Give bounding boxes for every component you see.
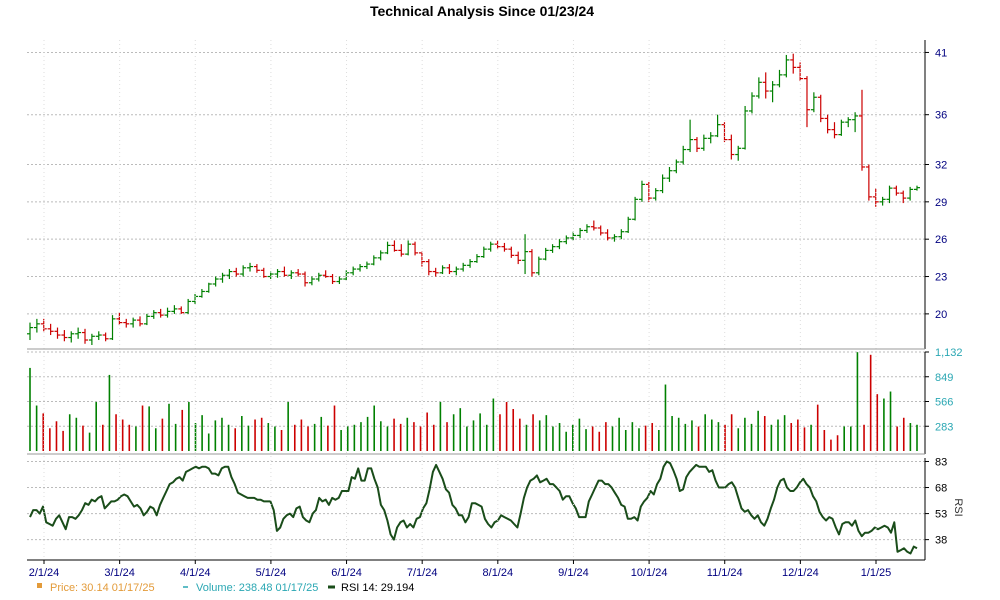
rsi-axis-label: RSI [952, 498, 964, 516]
chart-title: Technical Analysis Since 01/23/24 [370, 3, 594, 19]
rsi-panel: 38 53 68 83 RSI [27, 456, 964, 560]
x-axis: 2/1/24 3/1/24 4/1/24 5/1/24 6/1/24 7/1/24 8/1/… [27, 40, 925, 579]
rsi-axis-tick-label: 68 [935, 483, 947, 495]
price-axis-tick-label: 32 [935, 159, 947, 171]
volume-axis-tick-label: 1,132 [935, 347, 963, 359]
x-axis-tick-label: 2/1/24 [29, 567, 60, 579]
x-axis-tick-label: 9/1/24 [558, 567, 589, 579]
volume-legend-label: Volume: 238.48 01/17/25 [196, 582, 318, 594]
chart-legend: Price: 30.14 01/17/25 Volume: 238.48 01/… [37, 582, 414, 594]
x-axis-tick-label: 1/1/25 [861, 567, 892, 579]
rsi-legend-label: RSI 14: 29.194 [341, 582, 414, 594]
volume-axis-tick-label: 566 [935, 397, 953, 409]
x-axis-tick-label: 4/1/24 [180, 567, 211, 579]
technical-analysis-chart: Technical Analysis Since 01/23/24 20 23 26… [27, 3, 964, 594]
price-panel: 20 23 26 29 32 36 41 [27, 40, 947, 349]
x-axis-tick-label: 11/1/24 [707, 567, 743, 579]
volume-axis-tick-label: 283 [935, 421, 953, 433]
x-axis-tick-label: 7/1/24 [407, 567, 438, 579]
price-axis-tick-label: 41 [935, 47, 947, 59]
price-legend-label: Price: 30.14 01/17/25 [50, 582, 155, 594]
price-axis-tick-label: 36 [935, 110, 947, 122]
x-axis-tick-label: 6/1/24 [331, 567, 362, 579]
volume-panel: 283 566 849 1,132 [27, 347, 963, 454]
x-axis-tick-label: 5/1/24 [256, 567, 287, 579]
rsi-axis-tick-label: 83 [935, 456, 947, 468]
x-axis-tick-label: 10/1/24 [631, 567, 668, 579]
x-axis-tick-label: 3/1/24 [104, 567, 135, 579]
x-axis-tick-label: 8/1/24 [483, 567, 514, 579]
price-axis-tick-label: 26 [935, 234, 947, 246]
rsi-axis-tick-label: 38 [935, 535, 947, 547]
x-axis-tick-label: 12/1/24 [782, 567, 819, 579]
price-legend-marker [37, 583, 42, 588]
rsi-axis-tick-label: 53 [935, 509, 947, 521]
volume-axis-tick-label: 849 [935, 372, 953, 384]
price-axis-tick-label: 23 [935, 272, 947, 284]
price-axis-tick-label: 29 [935, 197, 947, 209]
price-axis-tick-label: 20 [935, 309, 947, 321]
